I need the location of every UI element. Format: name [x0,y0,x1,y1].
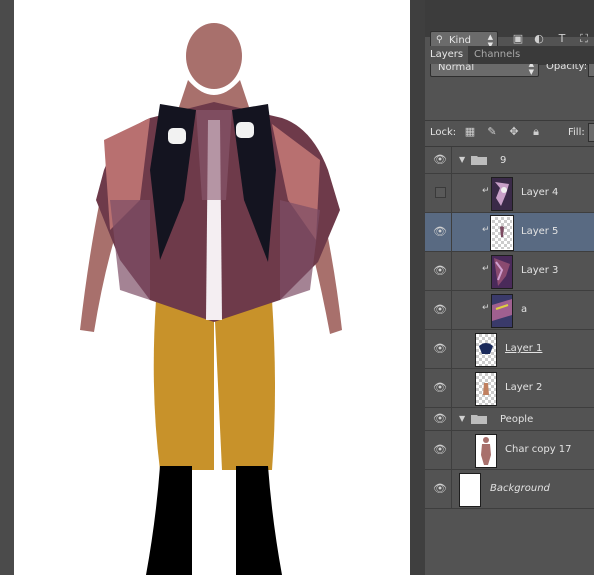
visibility-eye-icon[interactable]: 👁︎ [433,412,447,426]
layer-row-layer-3[interactable]: 👁︎ ↵ Layer 3 [425,252,594,291]
clipping-mask-arrow-icon: ↵ [482,303,490,313]
divider [451,147,452,173]
layer-row-background[interactable]: 👁︎ Background [425,470,594,509]
visibility-eye-icon[interactable]: 👁︎ [433,303,447,317]
character-illustration [80,23,342,575]
layer-row-layer-5[interactable]: 👁︎ ↵ Layer 5 [425,213,594,252]
layer-row-layer-2[interactable]: 👁︎ Layer 2 [425,369,594,408]
clipping-mask-arrow-icon: ↵ [482,186,490,196]
layer-thumbnail [491,255,513,289]
layer-name: Layer 3 [521,265,559,276]
layer-thumbnail [491,177,513,211]
visibility-eye-icon[interactable]: 👁︎ [433,381,447,395]
fill-label: Fill: [568,127,585,138]
layer-name: Layer 4 [521,187,559,198]
thumbnail-image [500,226,504,237]
layer-row-layer-4[interactable]: ↵ Layer 4 [425,174,594,213]
clipping-mask-arrow-icon: ↵ [482,264,490,274]
layer-thumbnail [475,333,497,367]
lock-transparent-pixels-icon[interactable]: ▦ [463,125,477,139]
tab-channels[interactable]: Channels [469,46,525,64]
fill-field[interactable] [588,123,594,142]
layer-name: Layer 1 [505,343,543,354]
layer-row-a[interactable]: 👁︎ ↵ a [425,291,594,330]
layer-name: Layer 2 [505,382,543,393]
panel-gutter [410,0,425,575]
visibility-toggle-off[interactable] [435,187,446,198]
layer-row-char-copy-17[interactable]: 👁︎ Char copy 17 [425,431,594,470]
visibility-eye-icon[interactable]: 👁︎ [433,225,447,239]
layer-name: 9 [500,155,507,166]
layer-thumbnail [491,294,513,328]
folder-icon [471,415,487,424]
clipping-mask-arrow-icon: ↵ [482,225,490,235]
thumbnail-image [492,178,512,210]
layer-name: People [500,414,534,425]
divider [451,330,452,368]
folder-icon [471,156,487,165]
visibility-eye-icon[interactable]: 👁︎ [433,153,447,167]
visibility-eye-icon[interactable]: 👁︎ [433,342,447,356]
divider [451,291,452,329]
visibility-eye-icon[interactable]: 👁︎ [433,443,447,457]
lock-label: Lock: [430,127,457,138]
layer-name: Layer 5 [521,226,559,237]
visibility-eye-icon[interactable]: 👁︎ [433,482,447,496]
document-canvas[interactable] [14,0,410,575]
canvas-area[interactable] [0,0,410,575]
adjustment-filter-icon[interactable]: ◐ [531,31,547,47]
lock-image-pixels-icon[interactable]: ✎ [485,125,499,139]
layer-group-9[interactable]: 👁︎ ▼ 9 [425,147,594,174]
lock-all-icon[interactable]: 🔒︎ [529,125,543,139]
thumbnail-image [492,256,512,288]
divider [451,252,452,290]
expand-triangle-icon[interactable]: ▼ [459,155,465,164]
layer-thumbnail [459,473,481,507]
divider [451,470,452,508]
shape-filter-icon[interactable]: ⛶ [576,31,592,47]
thumbnail-image [483,383,489,395]
layer-name: Char copy 17 [505,444,572,455]
divider [425,120,594,121]
thumbnail-image [479,343,493,354]
layer-name: a [521,304,528,315]
image-filter-icon[interactable]: ▣ [510,31,526,47]
layer-thumbnail [490,215,514,251]
layer-row-layer-1[interactable]: 👁︎ Layer 1 [425,330,594,369]
divider [451,213,452,251]
panel-tab-bar: Layers Channels [425,46,594,64]
expand-triangle-icon[interactable]: ▼ [459,414,465,423]
layer-group-people[interactable]: 👁︎ ▼ People [425,408,594,431]
tab-layers[interactable]: Layers [425,46,469,64]
thumbnail-image [476,435,496,467]
thumbnail-image [492,295,512,327]
type-filter-icon[interactable]: T [554,31,570,47]
visibility-eye-icon[interactable]: 👁︎ [433,264,447,278]
layers-panel-content: ⚲ Kind ▲ ▼ ▣ ◐ T ⛶ Normal ▲ ▼ Opacity: Loc… [425,0,594,575]
divider [451,174,452,212]
layer-thumbnail [475,434,497,468]
divider [451,431,452,469]
lock-position-icon[interactable]: ✥ [507,125,521,139]
layer-thumbnail [475,372,497,406]
divider [451,369,452,407]
divider [451,408,452,430]
layer-name: Background [490,483,550,494]
